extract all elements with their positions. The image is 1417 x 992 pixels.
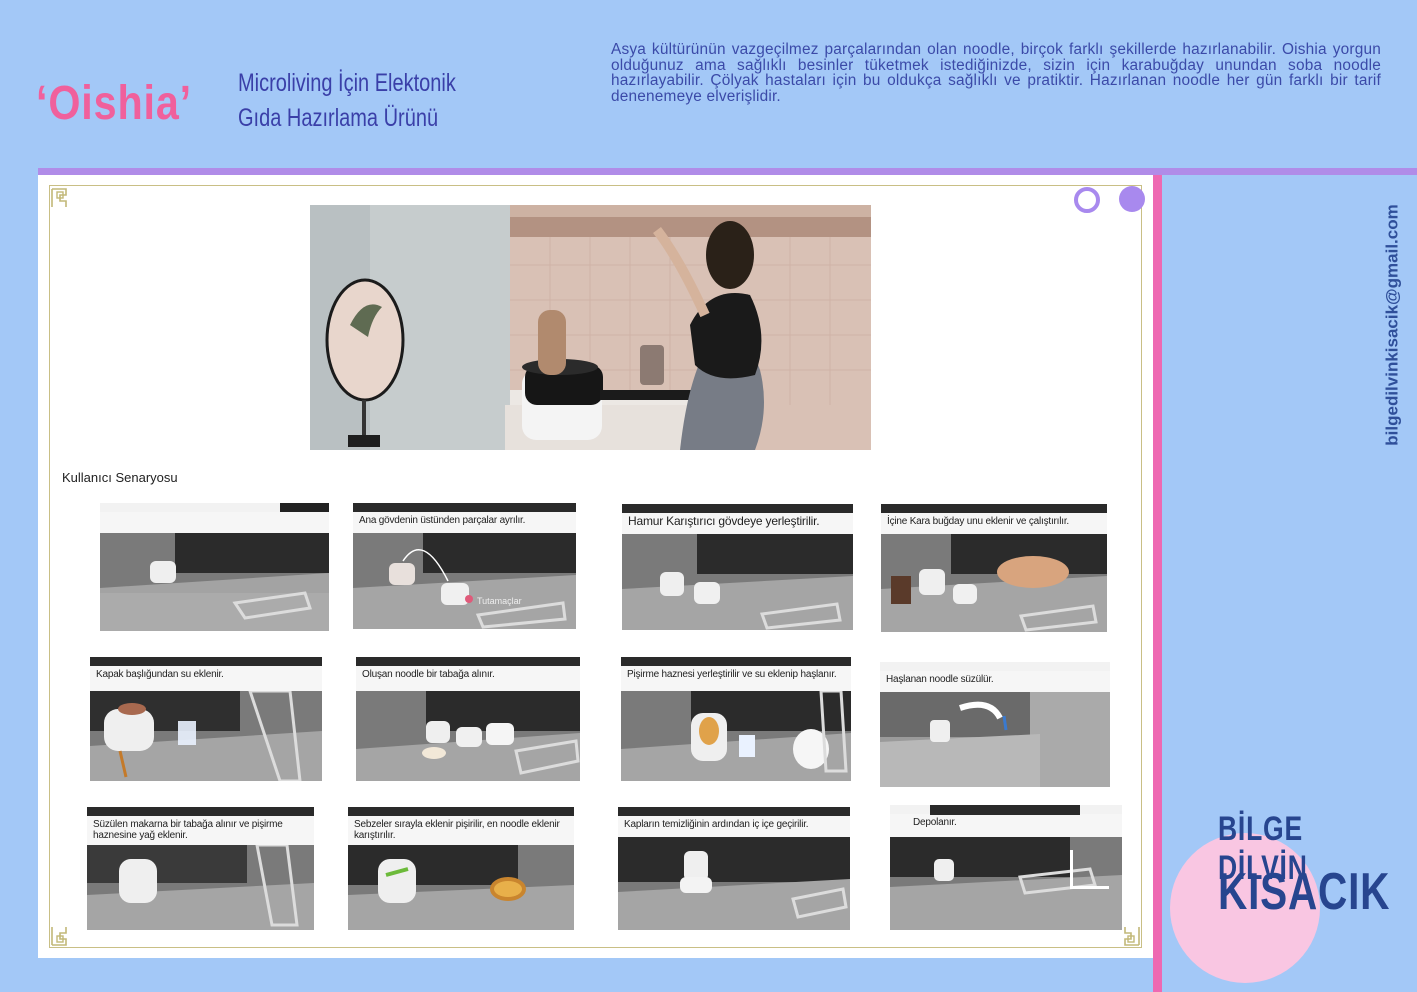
corner-ornament-icon bbox=[50, 925, 72, 947]
scenario-step-10: Sebzeler sırayla eklenir pişirilir, en n… bbox=[348, 807, 574, 930]
step-caption: Ana gövdenin üstünden parçalar ayrılır. bbox=[359, 515, 526, 526]
scenario-step-6: Oluşan noodle bir tabağa alınır. bbox=[356, 657, 580, 781]
product-subtitle: Microliving İçin Elektonik Gıda Hazırlam… bbox=[238, 66, 456, 136]
hero-kitchen-photo bbox=[310, 205, 871, 450]
step-caption: Kapak başlığundan su eklenir. bbox=[96, 669, 224, 680]
subtitle-line-2: Gıda Hazırlama Ürünü bbox=[238, 104, 439, 132]
author-last-name: KISACIK bbox=[1218, 863, 1391, 921]
scenario-step-3: Hamur Karıştırıcı gövdeye yerleştirilir. bbox=[622, 504, 853, 630]
scenario-step-7: Pişirme haznesi yerleştirilir ve su ekle… bbox=[621, 657, 851, 781]
corner-ornament-icon bbox=[1119, 925, 1141, 947]
storage-marker bbox=[1070, 850, 1109, 889]
step-caption: Pişirme haznesi yerleştirilir ve su ekle… bbox=[627, 669, 837, 680]
scenario-title: Kullanıcı Senaryosu bbox=[62, 470, 178, 485]
step-caption: Hamur Karıştırıcı gövdeye yerleştirilir. bbox=[628, 514, 820, 528]
outline-circle-icon bbox=[1074, 187, 1100, 213]
step-caption: Haşlanan noodle süzülür. bbox=[886, 674, 994, 685]
scenario-step-1 bbox=[100, 503, 329, 631]
scenario-step-4: İçine Kara buğday unu eklenir ve çalıştı… bbox=[881, 504, 1107, 632]
filled-circle-icon bbox=[1119, 186, 1145, 212]
step-caption: Kapların temizliğinin ardından iç içe ge… bbox=[624, 819, 809, 830]
step-caption: Sebzeler sırayla eklenir pişirilir, en n… bbox=[354, 819, 560, 841]
step-caption: Depolanır. bbox=[913, 817, 957, 828]
step-caption: Oluşan noodle bir tabağa alınır. bbox=[362, 669, 495, 680]
brand-title: ‘Oishia’ bbox=[36, 77, 192, 130]
scenario-step-8: Haşlanan noodle süzülür. bbox=[880, 662, 1110, 787]
subtitle-line-1: Microliving İçin Elektonik bbox=[238, 69, 456, 97]
step-caption: Süzülen makarna bir tabağa alınır ve piş… bbox=[93, 819, 283, 841]
author-email-text: bilgedilvinkisacik@gmail.com bbox=[1383, 204, 1402, 446]
pink-divider-bar bbox=[1153, 175, 1162, 992]
purple-divider-bar bbox=[38, 168, 1417, 175]
corner-ornament-icon bbox=[50, 187, 72, 209]
step-caption: İçine Kara buğday unu eklenir ve çalıştı… bbox=[887, 516, 1070, 527]
scenario-step-2: Ana gövdenin üstünden parçalar ayrılır. … bbox=[353, 503, 576, 629]
scenario-step-11: Kapların temizliğinin ardından iç içe ge… bbox=[618, 807, 850, 930]
intro-paragraph: Asya kültürünün vazgeçilmez parçalarında… bbox=[611, 41, 1381, 105]
author-email[interactable]: bilgedilvinkisacik@gmail.com bbox=[1378, 180, 1408, 470]
step-label: Tutamaçlar bbox=[477, 596, 522, 606]
scenario-step-9: Süzülen makarna bir tabağa alınır ve piş… bbox=[87, 807, 314, 930]
scenario-step-5: Kapak başlığundan su eklenir. bbox=[90, 657, 322, 781]
